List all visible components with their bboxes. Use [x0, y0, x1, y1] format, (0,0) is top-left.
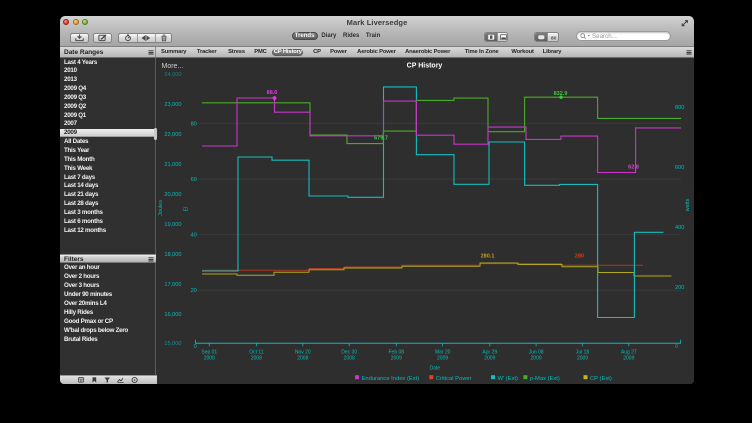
- svg-text:Critical Power: Critical Power: [436, 376, 472, 382]
- svg-text:20: 20: [191, 288, 197, 294]
- svg-text:400: 400: [675, 225, 684, 231]
- svg-text:2009: 2009: [623, 356, 634, 362]
- svg-text:679.7: 679.7: [374, 136, 388, 142]
- svg-text:p-Max (Ext): p-Max (Ext): [530, 376, 560, 382]
- svg-text:280.1: 280.1: [481, 254, 495, 260]
- svg-text:17,000: 17,000: [164, 282, 181, 288]
- svg-text:40: 40: [191, 233, 197, 239]
- svg-text:More...: More...: [162, 63, 184, 70]
- svg-text:80: 80: [551, 35, 557, 41]
- svg-text:21,000: 21,000: [164, 162, 181, 168]
- svg-text:800: 800: [675, 105, 684, 111]
- svg-text:24,000: 24,000: [164, 72, 181, 78]
- svg-text:CP (Ext): CP (Ext): [590, 376, 612, 382]
- svg-text:280: 280: [575, 254, 584, 260]
- svg-text:0: 0: [194, 344, 197, 350]
- svg-text:watts: watts: [685, 198, 691, 212]
- svg-text:2009: 2009: [391, 356, 402, 362]
- svg-text:2009: 2009: [531, 356, 542, 362]
- svg-text:2009: 2009: [484, 356, 495, 362]
- svg-text:23,000: 23,000: [164, 102, 181, 108]
- svg-text:18,000: 18,000: [164, 252, 181, 258]
- svg-text:15,000: 15,000: [164, 341, 181, 347]
- svg-text:0: 0: [675, 344, 678, 350]
- svg-text:600: 600: [675, 165, 684, 171]
- svg-text:16,000: 16,000: [164, 312, 181, 318]
- svg-text:CP History: CP History: [407, 63, 443, 70]
- svg-text:832.9: 832.9: [554, 91, 568, 97]
- svg-text:60: 60: [191, 177, 197, 183]
- svg-text:62.8: 62.8: [628, 165, 639, 171]
- svg-text:2008: 2008: [204, 356, 215, 362]
- svg-text:Joules: Joules: [158, 200, 164, 216]
- svg-text:22,000: 22,000: [164, 132, 181, 138]
- svg-text:88.6: 88.6: [267, 90, 278, 96]
- svg-text:2009: 2009: [577, 356, 588, 362]
- svg-text:W' (Ext): W' (Ext): [498, 376, 518, 382]
- svg-text:2008: 2008: [344, 356, 355, 362]
- svg-text:20,000: 20,000: [164, 192, 181, 198]
- svg-text:2008: 2008: [297, 356, 308, 362]
- svg-text:19,000: 19,000: [164, 222, 181, 228]
- svg-text:EI: EI: [184, 207, 190, 212]
- svg-text:Search...: Search...: [592, 33, 617, 40]
- svg-text:2009: 2009: [437, 356, 448, 362]
- svg-text:Endurance Index (Ext): Endurance Index (Ext): [362, 376, 420, 382]
- svg-text:200: 200: [675, 285, 684, 291]
- svg-text:Date: Date: [430, 366, 441, 372]
- svg-text:2008: 2008: [251, 356, 262, 362]
- svg-text:80: 80: [191, 121, 197, 127]
